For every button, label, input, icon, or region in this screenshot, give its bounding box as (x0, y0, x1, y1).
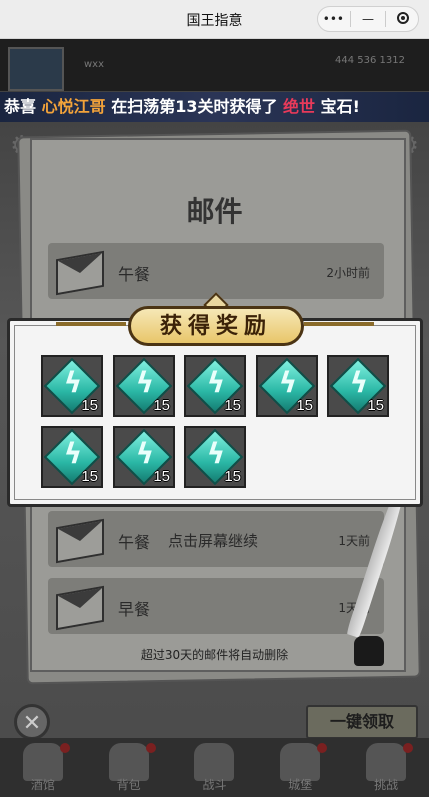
banner-suffix: 宝石! (320, 97, 360, 116)
notification-badge (59, 743, 70, 753)
item-quantity: 15 (81, 468, 98, 485)
envelope-icon (56, 518, 104, 564)
notification-badge (403, 743, 414, 753)
announcement-banner: 恭喜 心悦江哥 在扫荡第13关时获得了 绝世 宝石! (0, 92, 429, 122)
nav-label: 酒馆 (30, 778, 55, 792)
reward-item-slot[interactable]: ϟ 15 (41, 426, 103, 488)
mail-time: 1天前 (338, 534, 370, 548)
player-name: wxx (84, 59, 105, 70)
nav-item-tavern[interactable]: 酒馆 (8, 741, 78, 797)
bottom-nav: 酒馆 背包 战斗 城堡 挑战 (0, 738, 429, 797)
mail-subject: 早餐 (118, 600, 151, 619)
continue-hint: 点击屏幕继续 (168, 532, 259, 550)
nav-item-challenge[interactable]: 挑战 (351, 741, 421, 797)
close-button[interactable]: ✕ (14, 704, 50, 740)
record-circle-icon (396, 11, 409, 24)
nav-item-bag[interactable]: 背包 (94, 741, 164, 797)
reward-item-slot[interactable]: ϟ 15 (184, 355, 246, 417)
mail-time: 2小时前 (326, 266, 370, 280)
capsule-menu: ••• — (317, 6, 419, 32)
nav-label: 城堡 (288, 778, 313, 792)
player-topbar: wxx 444 536 1312 (0, 39, 429, 91)
close-mini-program-button[interactable] (389, 11, 417, 27)
item-quantity: 15 (296, 397, 313, 414)
reward-item-slot[interactable]: ϟ 15 (113, 355, 175, 417)
reward-title: 获得奖励 (128, 306, 304, 346)
item-quantity: 15 (153, 468, 170, 485)
mini-program-titlebar: 国王指意 ••• — (0, 0, 429, 39)
mail-row[interactable]: 午餐 2小时前 (48, 243, 384, 299)
banner-prefix: 恭喜 (4, 97, 37, 116)
more-icon[interactable]: ••• (319, 12, 347, 26)
reward-item-slot[interactable]: ϟ 15 (113, 426, 175, 488)
banner-middle: 在扫荡第13关时获得了 (111, 97, 278, 116)
reward-item-slot[interactable]: ϟ 15 (327, 355, 389, 417)
item-quantity: 15 (81, 397, 98, 414)
item-quantity: 15 (224, 397, 241, 414)
nav-label: 背包 (116, 778, 141, 792)
reward-item-slot[interactable]: ϟ 15 (256, 355, 318, 417)
notification-badge (317, 743, 328, 753)
minimize-icon[interactable]: — (354, 12, 382, 26)
item-quantity: 15 (224, 468, 241, 485)
envelope-icon (56, 585, 104, 631)
nav-label: 战斗 (202, 778, 227, 792)
avatar[interactable] (8, 47, 64, 91)
mail-title: 邮件 (186, 195, 243, 228)
capsule-divider (384, 11, 386, 27)
reward-item-slot[interactable]: ϟ 15 (184, 426, 246, 488)
item-quantity: 15 (153, 397, 170, 414)
auto-delete-note: 超过30天的邮件将自动删除 (140, 648, 289, 662)
nav-item-battle[interactable]: 战斗 (179, 741, 249, 797)
header-ornament (304, 322, 374, 326)
resource-counter: 444 536 1312 (335, 55, 405, 66)
banner-rarity: 绝世 (283, 97, 316, 116)
mail-row[interactable]: 早餐 1天前 (48, 578, 384, 634)
claim-all-button[interactable]: 一键领取 (306, 705, 418, 739)
reward-item-slot[interactable]: ϟ 15 (41, 355, 103, 417)
item-quantity: 15 (367, 397, 384, 414)
header-ornament (56, 322, 126, 326)
mail-subject: 午餐 (118, 533, 151, 552)
nav-item-castle[interactable]: 城堡 (265, 741, 335, 797)
banner-player: 心悦江哥 (41, 97, 106, 116)
envelope-icon (56, 250, 104, 296)
capsule-divider (350, 11, 352, 27)
notification-badge (145, 743, 156, 753)
nav-label: 挑战 (374, 778, 399, 792)
mail-subject: 午餐 (118, 265, 151, 284)
